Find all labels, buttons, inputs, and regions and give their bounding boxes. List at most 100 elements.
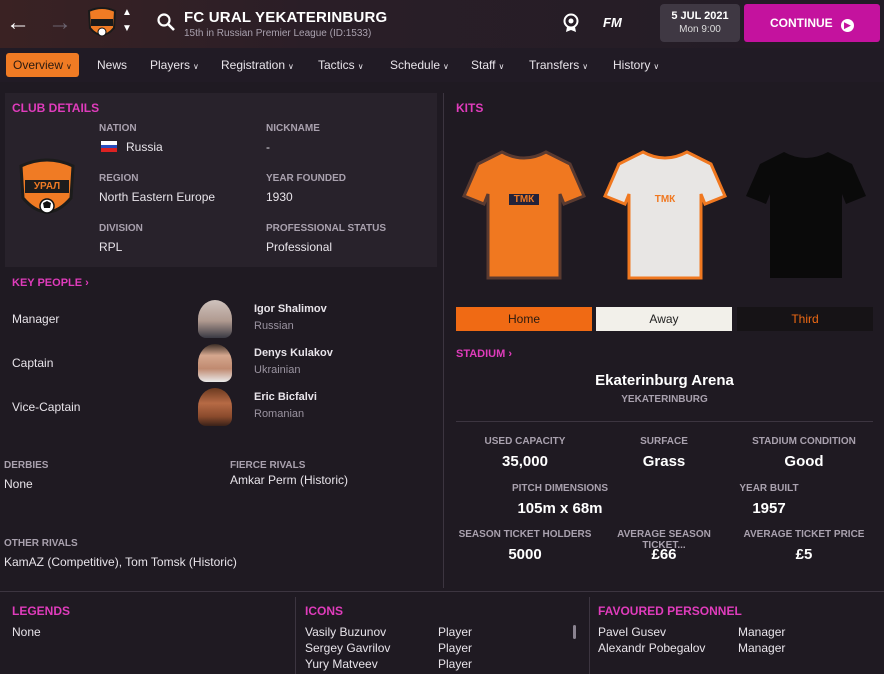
role-vice-captain: Vice-Captain (12, 400, 81, 414)
icon-name[interactable]: Vasily Buzunov (305, 625, 386, 639)
kit-home-button[interactable]: Home (456, 307, 592, 331)
other-rivals-value[interactable]: KamAZ (Competitive), Tom Tomsk (Historic… (4, 555, 237, 569)
club-crest-icon[interactable] (86, 6, 118, 42)
tab-overview[interactable]: Overview ∨ (6, 53, 79, 77)
tab-schedule[interactable]: Schedule ∨ (383, 53, 456, 77)
legends-heading: LEGENDS (12, 604, 71, 618)
date-text: 5 JUL 2021 (671, 10, 729, 22)
status-label: PROFESSIONAL STATUS (266, 223, 387, 234)
status-value: Professional (266, 240, 333, 254)
season-holders-value: 5000 (508, 546, 542, 563)
built-value: 1957 (752, 500, 786, 517)
avg-ticket-value: £5 (795, 546, 813, 563)
fierce-rivals-label: FIERCE RIVALS (230, 460, 306, 471)
stadium-divider (456, 421, 873, 422)
derbies-value: None (4, 477, 33, 491)
derbies-label: DERBIES (4, 460, 49, 471)
continue-arrow-icon: ▶ (841, 19, 854, 32)
chevron-up-icon[interactable]: ▲ (122, 6, 132, 20)
continue-button[interactable]: CONTINUE ▶ (744, 4, 880, 42)
tab-bar: Overview ∨ News Players ∨ Registration ∨ Tactic… (0, 48, 884, 82)
tab-label: Players (150, 58, 191, 72)
founded-label: YEAR FOUNDED (266, 173, 347, 184)
icon-role: Player (438, 657, 473, 671)
tab-tactics[interactable]: Tactics ∨ (311, 53, 371, 77)
role-manager: Manager (12, 312, 60, 326)
kit-away-button[interactable]: Away (596, 307, 732, 331)
key-people-heading[interactable]: KEY PEOPLE › (12, 277, 89, 289)
avg-season-value: £66 (651, 546, 677, 563)
fierce-rivals-value[interactable]: Amkar Perm (Historic) (230, 473, 348, 487)
nation-value[interactable]: Russia (126, 140, 163, 154)
tab-players[interactable]: Players ∨ (143, 53, 206, 77)
region-label: REGION (99, 173, 139, 184)
pitch-value: 105m x 68m (517, 500, 603, 517)
chevron-down-icon: ∨ (443, 62, 449, 71)
favoured-name[interactable]: Alexandr Pobegalov (598, 641, 705, 655)
stadium-name: Ekaterinburg Arena (595, 372, 734, 389)
icon-name[interactable]: Sergey Gavrilov (305, 641, 390, 655)
tab-staff[interactable]: Staff ∨ (464, 53, 511, 77)
date-display[interactable]: 5 JUL 2021 Mon 9:00 (660, 4, 740, 42)
column-divider (589, 597, 590, 674)
tab-history[interactable]: History ∨ (606, 53, 666, 77)
away-kit-shirt[interactable]: ТМК (603, 148, 727, 282)
icons-scrollbar[interactable] (573, 625, 576, 639)
chevron-down-icon: ∨ (653, 62, 660, 71)
built-label: YEAR BUILT (739, 483, 799, 494)
club-crest-large: УРАЛ (16, 156, 78, 224)
avatar[interactable] (198, 388, 232, 426)
person-name[interactable]: Eric Bicfalvi (254, 391, 317, 403)
avg-ticket-label: AVERAGE TICKET PRICE (743, 529, 865, 540)
avatar[interactable] (198, 344, 232, 382)
time-text: Mon 9:00 (679, 24, 721, 35)
nation-label: NATION (99, 123, 137, 134)
fm-logo[interactable]: FM (603, 15, 622, 30)
chevron-down-icon[interactable]: ▼ (122, 22, 132, 36)
person-name[interactable]: Denys Kulakov (254, 347, 333, 359)
icon-name[interactable]: Yury Matveev (305, 657, 378, 671)
pitch-label: PITCH DIMENSIONS (511, 483, 609, 494)
icon-role: Player (438, 625, 473, 639)
sponsor-text: ТМК (654, 194, 676, 205)
surface-value: Grass (642, 453, 686, 470)
person-name[interactable]: Igor Shalimov (254, 303, 327, 315)
chevron-down-icon: ∨ (66, 62, 72, 71)
icons-heading: ICONS (305, 604, 344, 618)
icon-role: Player (438, 641, 473, 655)
avatar[interactable] (198, 300, 232, 338)
tab-transfers[interactable]: Transfers ∨ (522, 53, 595, 77)
club-details-heading: CLUB DETAILS (12, 101, 100, 115)
vertical-divider (443, 93, 444, 588)
chevron-down-icon: ∨ (498, 62, 505, 71)
back-arrow-icon[interactable]: ← (6, 8, 30, 38)
nickname-label: NICKNAME (266, 123, 320, 134)
other-rivals-label: OTHER RIVALS (4, 538, 78, 549)
tab-news[interactable]: News (90, 53, 134, 77)
top-bar: ← → ▲ ▼ FC URAL YEKATERINBURG 15th in Ru… (0, 0, 884, 48)
favoured-name[interactable]: Pavel Gusev (598, 625, 666, 639)
chevron-down-icon: ∨ (582, 62, 589, 71)
page-title: FC URAL YEKATERINBURG (184, 9, 388, 26)
stadium-heading[interactable]: STADIUM › (456, 348, 512, 360)
page-subtitle: 15th in Russian Premier League (ID:1533) (184, 28, 372, 39)
forward-arrow-icon[interactable]: → (48, 8, 72, 38)
surface-label: SURFACE (640, 436, 688, 447)
third-kit-shirt[interactable] (744, 148, 868, 282)
person-nationality: Russian (254, 320, 294, 332)
tab-label: Staff (471, 58, 496, 72)
kits-heading: KITS (456, 101, 484, 115)
award-icon[interactable] (562, 13, 580, 33)
founded-value: 1930 (266, 190, 293, 204)
favoured-heading: FAVOURED PERSONNEL (598, 604, 742, 618)
division-value[interactable]: RPL (99, 240, 122, 254)
tab-label: Registration (221, 58, 286, 72)
tab-label: News (97, 58, 128, 72)
sponsor-text: ТМК (513, 194, 535, 205)
kit-third-button[interactable]: Third (737, 307, 873, 331)
tab-registration[interactable]: Registration ∨ (214, 53, 301, 77)
home-kit-shirt[interactable]: ТМК (462, 148, 586, 282)
search-icon[interactable] (156, 12, 176, 32)
bottom-divider (0, 591, 884, 592)
person-nationality: Ukrainian (254, 364, 301, 376)
